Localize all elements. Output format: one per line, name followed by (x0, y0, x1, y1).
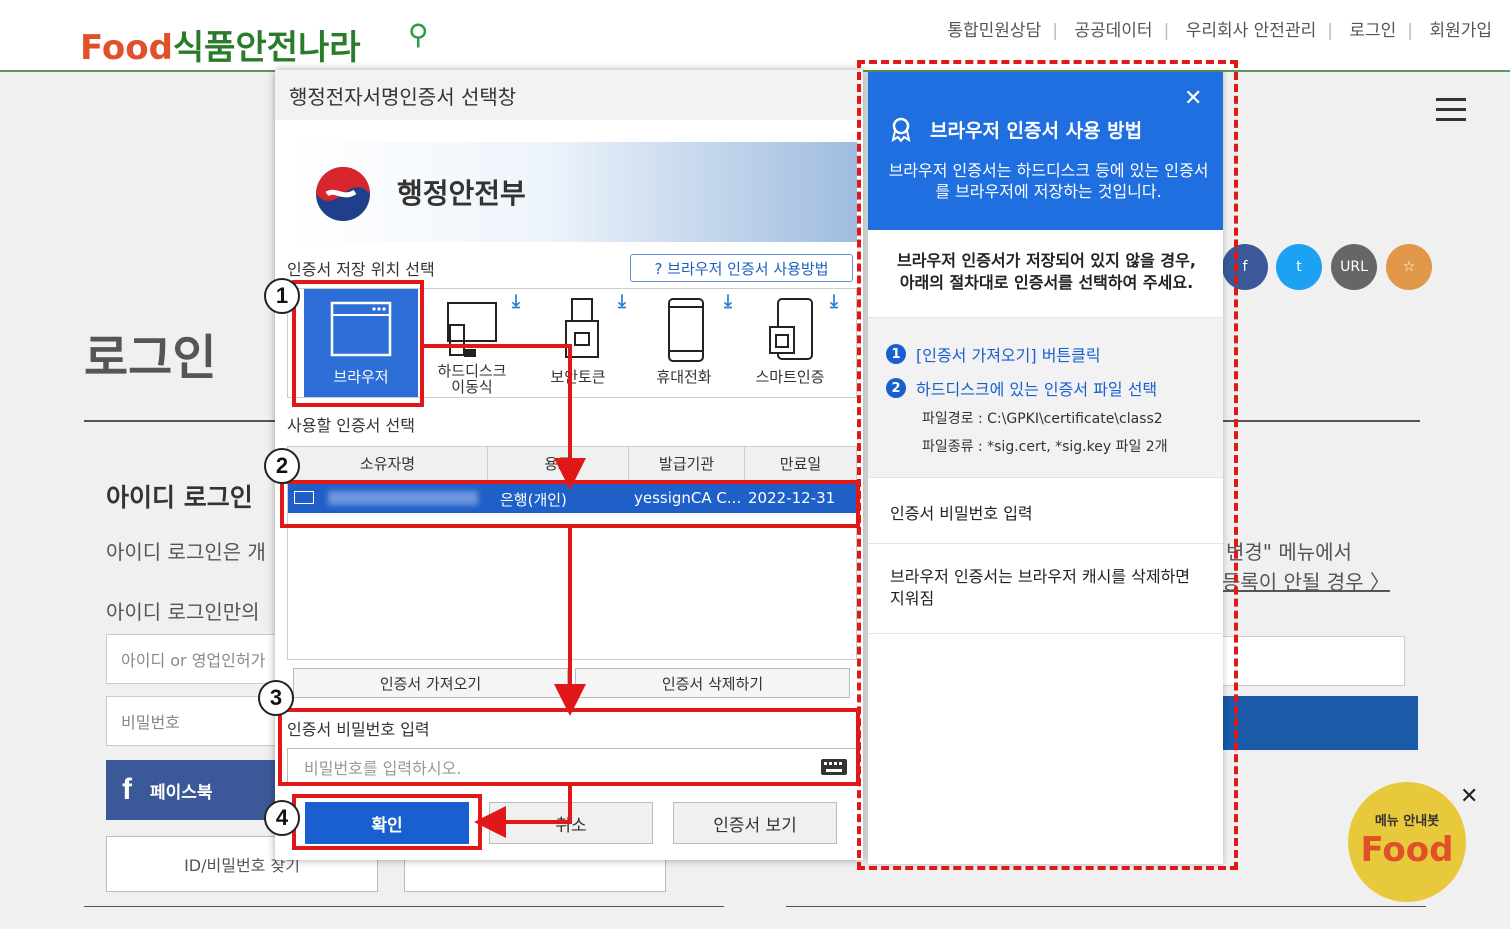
annotation-number-2: 2 (264, 448, 300, 484)
annotation-number-3: 3 (258, 680, 294, 716)
annotation-number-4: 4 (264, 800, 300, 836)
flow-arrows (424, 344, 586, 838)
annotation-number-1: 1 (264, 278, 300, 314)
